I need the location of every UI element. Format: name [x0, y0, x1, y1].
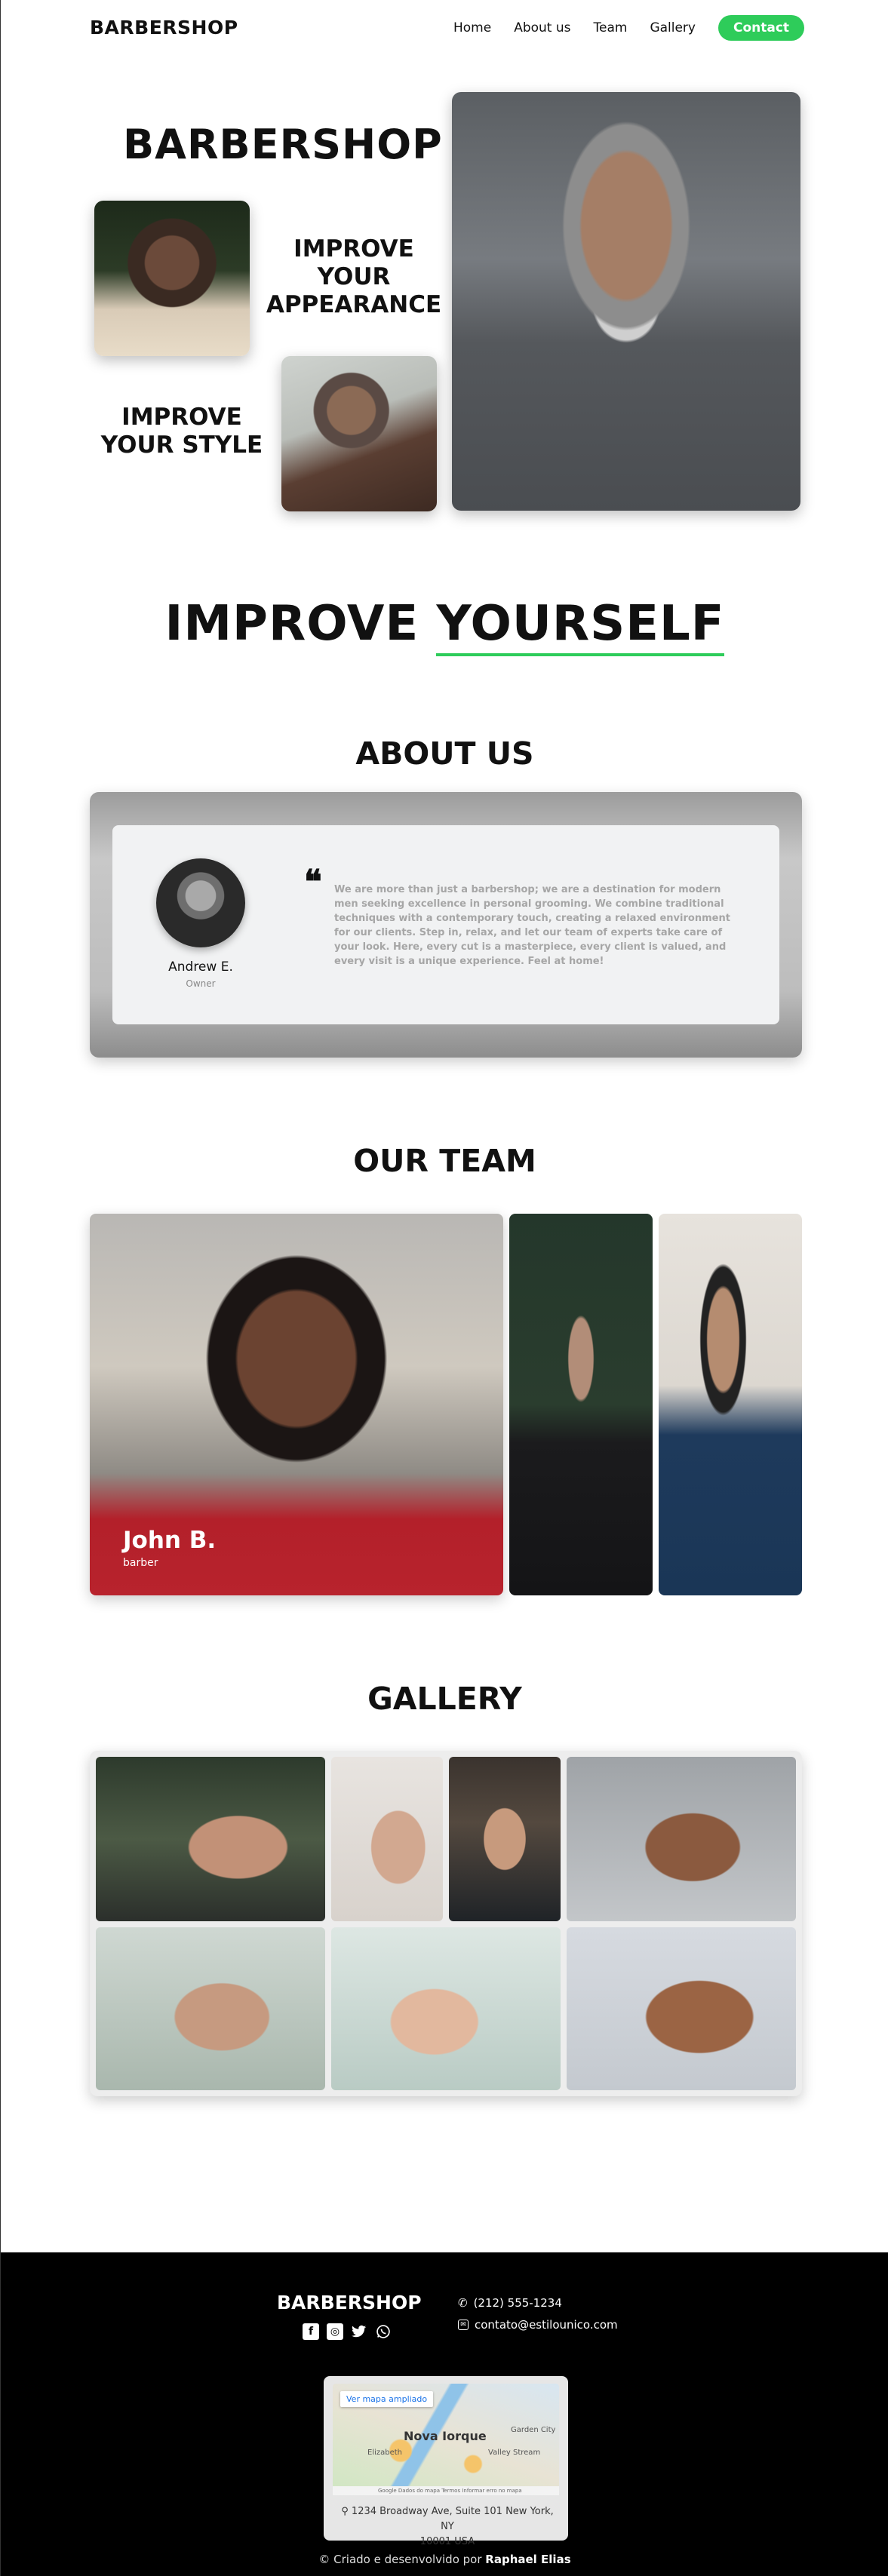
team-member-role: barber — [123, 1557, 158, 1569]
about-text: We are more than just a barbershop; we a… — [334, 884, 730, 967]
email-text: contato@estilounico.com — [475, 2318, 618, 2332]
facebook-icon[interactable]: f — [303, 2323, 319, 2340]
twitter-icon[interactable] — [351, 2323, 367, 2340]
brand-logo[interactable]: BARBERSHOP — [90, 17, 238, 38]
team-member-name: John B. — [123, 1527, 217, 1554]
main-nav: Home About us Team Gallery Contact — [453, 15, 805, 41]
footer-phone[interactable]: ✆ (212) 555-1234 — [458, 2296, 562, 2310]
hero-tagline-appearance: IMPROVE YOUR APPEARANCE — [266, 235, 442, 318]
map-label: Garden City — [511, 2426, 556, 2434]
hero-tagline-style: IMPROVE YOUR STYLE — [100, 404, 263, 459]
about-title: ABOUT US — [355, 735, 534, 772]
contact-button[interactable]: Contact — [717, 15, 805, 41]
improve-yourself-heading: IMPROVE YOURSELF — [1, 596, 888, 656]
nav-gallery[interactable]: Gallery — [650, 15, 696, 41]
phone-icon: ✆ — [458, 2296, 468, 2310]
gallery-image[interactable] — [449, 1757, 561, 1921]
improve-word: IMPROVE — [164, 596, 419, 652]
gallery-title: GALLERY — [367, 1681, 522, 1717]
gallery-image[interactable] — [567, 1927, 796, 2090]
location-pin-icon: ⚲ — [341, 2506, 349, 2517]
map-label: Elizabeth — [367, 2449, 403, 2457]
mail-icon: ✉ — [458, 2320, 469, 2330]
hero-photo-main — [452, 92, 800, 511]
team-card-2[interactable] — [509, 1214, 653, 1595]
owner-role: Owner — [186, 978, 216, 989]
map-attribution: Google Dados do mapa Termos Informar err… — [333, 2486, 559, 2495]
gallery-image[interactable] — [567, 1757, 796, 1921]
owner-avatar — [156, 858, 245, 947]
address-line-1: 1234 Broadway Ave, Suite 101 New York, N… — [351, 2506, 554, 2532]
gallery-image[interactable] — [331, 1757, 443, 1921]
address: ⚲ 1234 Broadway Ave, Suite 101 New York,… — [336, 2504, 559, 2550]
map-expand-button[interactable]: Ver mapa ampliado — [340, 2391, 434, 2407]
phone-text: (212) 555-1234 — [473, 2296, 562, 2310]
credits-author[interactable]: Raphael Elias — [485, 2553, 570, 2566]
quote-icon: ❝ — [304, 863, 322, 901]
address-line-2: 10001 USA — [419, 2536, 475, 2547]
whatsapp-icon[interactable] — [375, 2323, 392, 2340]
nav-team[interactable]: Team — [594, 15, 628, 41]
owner-name: Andrew E. — [168, 959, 233, 975]
team-title: OUR TEAM — [353, 1143, 536, 1179]
map-city-label: Nova Iorque — [404, 2429, 487, 2443]
nav-home[interactable]: Home — [453, 15, 491, 41]
gallery-image[interactable] — [331, 1927, 561, 2090]
gallery-image[interactable] — [96, 1757, 325, 1921]
credits: © Criado e desenvolvido por Raphael Elia… — [1, 2553, 888, 2566]
hero-photo-bearded-man — [94, 201, 250, 356]
social-icons: f ◎ — [303, 2323, 392, 2340]
map-label: Valley Stream — [488, 2449, 541, 2457]
nav-about[interactable]: About us — [514, 15, 570, 41]
gallery-image[interactable] — [96, 1927, 325, 2090]
hero-title: BARBERSHOP — [123, 121, 443, 168]
yourself-word: YOURSELF — [436, 596, 725, 656]
team-card-3[interactable] — [659, 1214, 802, 1595]
hero-photo-grooming — [281, 356, 437, 511]
credits-prefix: © Criado e desenvolvido por — [318, 2553, 482, 2566]
footer-brand[interactable]: BARBERSHOP — [277, 2292, 422, 2313]
footer-email[interactable]: ✉ contato@estilounico.com — [458, 2318, 618, 2332]
instagram-icon[interactable]: ◎ — [327, 2323, 343, 2340]
